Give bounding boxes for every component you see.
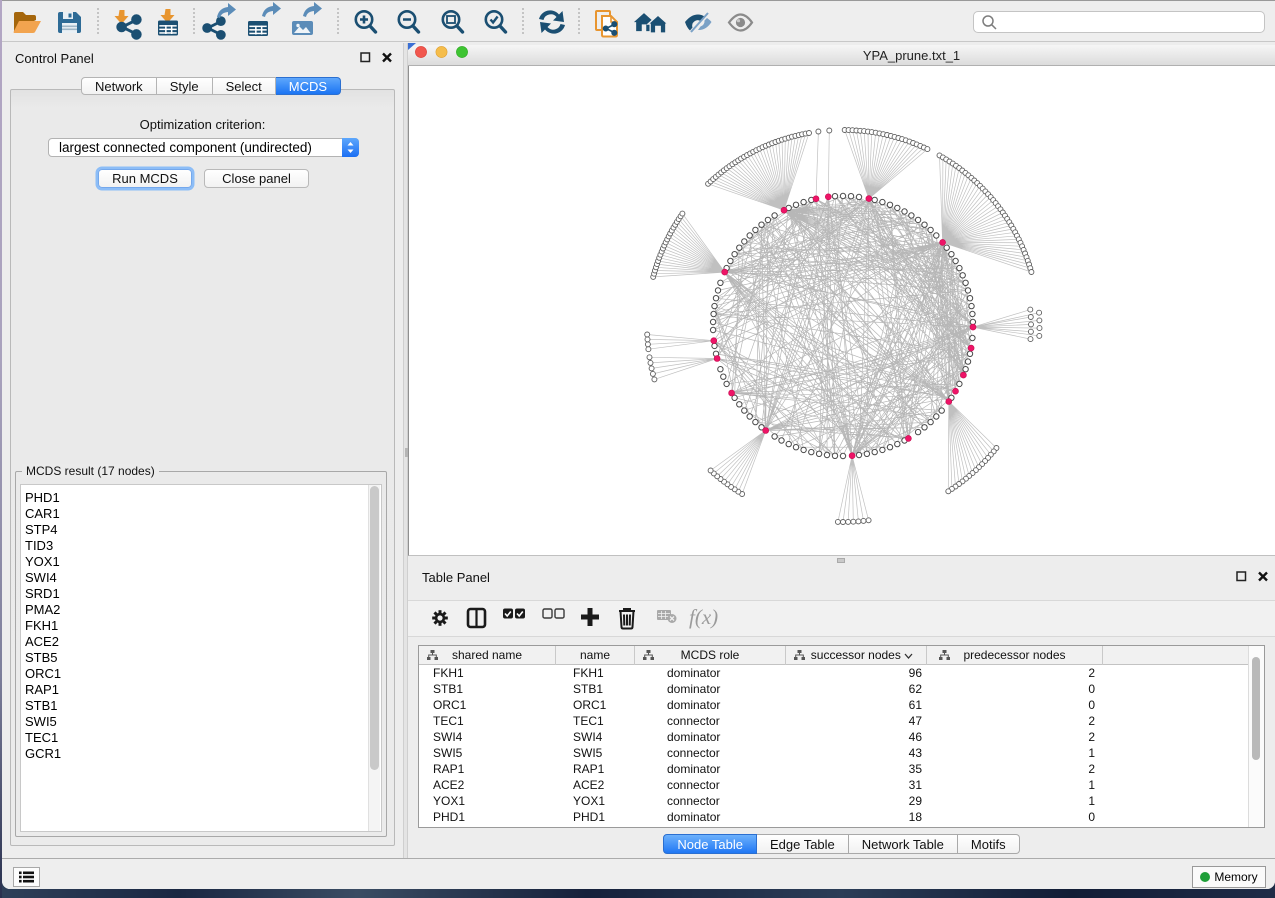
svg-text:f(x): f(x) — [689, 605, 718, 629]
